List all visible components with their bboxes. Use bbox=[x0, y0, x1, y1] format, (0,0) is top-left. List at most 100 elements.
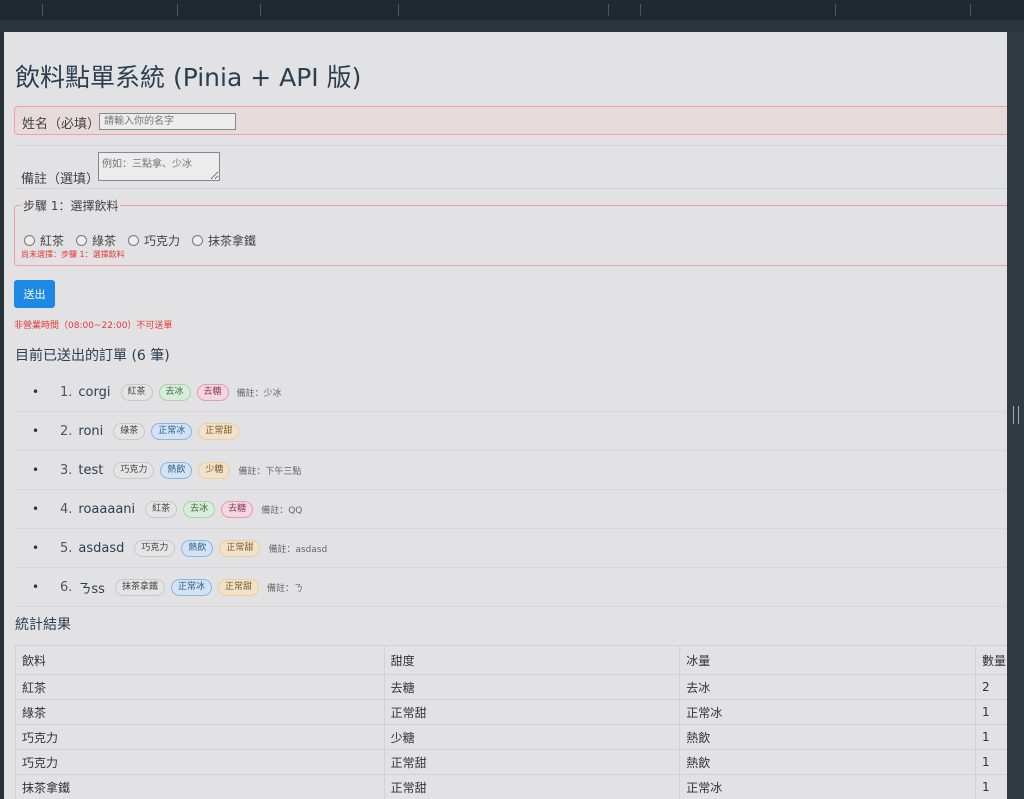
sugar-tag: 正常甜 bbox=[198, 422, 240, 440]
radio-icon[interactable] bbox=[128, 235, 140, 246]
note-field-group: 備註（選填） bbox=[14, 145, 1007, 189]
order-remark: 備註：ㄋ bbox=[267, 583, 304, 594]
drink-tag: 巧克力 bbox=[113, 461, 155, 479]
col-header-drink: 飲料 bbox=[15, 645, 385, 675]
order-item: • 6. ㄋss 抹茶拿鐵 正常冰 正常甜 備註：ㄋ bbox=[14, 568, 1007, 607]
order-name: test bbox=[78, 462, 104, 478]
sugar-tag: 去糖 bbox=[221, 500, 254, 518]
cell-sugar: 正常甜 bbox=[383, 749, 681, 775]
resize-grip-icon[interactable] bbox=[1013, 406, 1019, 424]
note-label: 備註（選填） bbox=[21, 172, 100, 187]
radio-icon[interactable] bbox=[192, 235, 204, 246]
list-bullet: • bbox=[32, 463, 40, 477]
order-index: 6. bbox=[60, 579, 73, 595]
drink-radio-group: 紅茶 綠茶 巧克力 抹茶拿鐵 bbox=[24, 232, 256, 249]
cell-ice: 去冰 bbox=[679, 674, 976, 700]
ice-tag: 熱飲 bbox=[160, 461, 193, 479]
radio-icon[interactable] bbox=[76, 235, 88, 246]
order-item: • 4. roaaaani 紅茶 去冰 去糖 備註：QQ bbox=[14, 490, 1007, 529]
drink-tag: 抹茶拿鐵 bbox=[114, 578, 165, 596]
drink-option-chocolate[interactable]: 巧克力 bbox=[128, 232, 180, 249]
cell-drink: 抹茶拿鐵 bbox=[15, 774, 385, 799]
tab-divider bbox=[260, 4, 261, 16]
order-name: roni bbox=[78, 423, 104, 439]
stats-title: 統計結果 bbox=[15, 617, 71, 633]
cell-drink: 紅茶 bbox=[15, 674, 385, 700]
list-bullet: • bbox=[32, 580, 40, 594]
cell-sugar: 去糖 bbox=[383, 674, 681, 700]
name-input[interactable] bbox=[99, 113, 236, 130]
sugar-tag: 去糖 bbox=[196, 383, 229, 401]
cell-count: 1 bbox=[974, 699, 1007, 725]
order-item: • 1. corgi 紅茶 去冰 去糖 備註：少冰 bbox=[14, 373, 1007, 412]
drink-option-label: 抹茶拿鐵 bbox=[208, 234, 257, 248]
ide-toolbar-strip bbox=[0, 20, 1024, 32]
stats-table: 飲料 甜度 冰量 數量 紅茶 去糖 去冰 2 綠茶 正常甜 正常冰 1 巧克力 … bbox=[15, 645, 1007, 799]
order-remark: 備註：asdasd bbox=[268, 544, 328, 555]
orders-list: • 1. corgi 紅茶 去冰 去糖 備註：少冰 • 2. roni 綠茶 正… bbox=[14, 373, 1007, 607]
cell-ice: 熱飲 bbox=[679, 724, 976, 750]
ice-tag: 去冰 bbox=[158, 383, 191, 401]
tab-divider bbox=[177, 4, 178, 16]
drink-option-label: 紅茶 bbox=[40, 234, 65, 248]
ide-top-bar bbox=[0, 0, 1024, 21]
cell-count: 1 bbox=[974, 724, 1007, 750]
order-remark: 備註：下午三點 bbox=[238, 466, 302, 477]
drink-option-matcha-latte[interactable]: 抹茶拿鐵 bbox=[192, 232, 256, 249]
order-index: 2. bbox=[60, 423, 73, 439]
cell-sugar: 少糖 bbox=[383, 724, 681, 750]
list-bullet: • bbox=[32, 385, 40, 399]
tab-divider bbox=[970, 4, 971, 16]
drink-tag: 巧克力 bbox=[134, 539, 176, 557]
table-row: 綠茶 正常甜 正常冰 1 bbox=[15, 699, 1007, 725]
order-index: 1. bbox=[60, 384, 73, 400]
cell-ice: 正常冰 bbox=[679, 774, 976, 799]
tab-divider bbox=[42, 4, 43, 16]
order-name: roaaaani bbox=[78, 501, 136, 517]
cell-count: 2 bbox=[974, 674, 1007, 700]
order-remark: 備註：少冰 bbox=[236, 388, 282, 399]
radio-icon[interactable] bbox=[24, 235, 35, 246]
ice-tag: 正常冰 bbox=[170, 578, 212, 596]
submit-button[interactable]: 送出 bbox=[14, 280, 55, 308]
orders-title: 目前已送出的訂單 (6 筆) bbox=[15, 348, 170, 364]
business-hours-warning: 非營業時間（08:00~22:00）不可送單 bbox=[14, 321, 173, 331]
drink-option-green-tea[interactable]: 綠茶 bbox=[76, 232, 116, 249]
sugar-tag: 正常甜 bbox=[217, 578, 259, 596]
cell-ice: 正常冰 bbox=[679, 699, 976, 725]
step1-fieldset: 步驟 1：選擇飲料 紅茶 綠茶 巧克力 抹茶拿鐵 尚未選擇：步驟 1：選擇飲料 bbox=[14, 197, 1007, 266]
tab-divider bbox=[608, 4, 609, 16]
drink-option-black-tea[interactable]: 紅茶 bbox=[24, 232, 64, 249]
list-bullet: • bbox=[32, 541, 40, 555]
name-field-group: 姓名（必填） bbox=[14, 106, 1007, 135]
tab-divider bbox=[398, 4, 399, 16]
order-name: corgi bbox=[78, 384, 111, 400]
drink-tag: 紅茶 bbox=[145, 500, 178, 518]
list-bullet: • bbox=[32, 502, 40, 516]
cell-sugar: 正常甜 bbox=[383, 774, 681, 799]
cell-drink: 巧克力 bbox=[15, 749, 385, 775]
col-header-ice: 冰量 bbox=[679, 645, 976, 675]
col-header-sugar: 甜度 bbox=[383, 645, 681, 675]
order-item: • 2. roni 綠茶 正常冰 正常甜 bbox=[14, 412, 1007, 451]
order-item: • 5. asdasd 巧克力 熱飲 正常甜 備註：asdasd bbox=[14, 529, 1007, 568]
col-header-count: 數量 bbox=[974, 645, 1007, 675]
step1-error-text: 尚未選擇：步驟 1：選擇飲料 bbox=[21, 250, 125, 259]
drink-option-label: 綠茶 bbox=[92, 234, 117, 248]
tab-divider bbox=[640, 4, 641, 16]
sugar-tag: 少糖 bbox=[198, 461, 231, 479]
sugar-tag: 正常甜 bbox=[219, 539, 261, 557]
order-remark: 備註：QQ bbox=[261, 505, 303, 516]
panel-resize-bar[interactable] bbox=[1007, 32, 1024, 799]
page-title: 飲料點單系統 (Pinia + API 版) bbox=[15, 63, 362, 92]
order-name: ㄋss bbox=[78, 581, 105, 597]
table-row: 抹茶拿鐵 正常甜 正常冰 1 bbox=[15, 774, 1007, 799]
table-row: 紅茶 去糖 去冰 2 bbox=[15, 674, 1007, 700]
cell-sugar: 正常甜 bbox=[383, 699, 681, 725]
note-textarea[interactable] bbox=[98, 152, 220, 181]
order-name: asdasd bbox=[78, 540, 125, 556]
step1-legend: 步驟 1：選擇飲料 bbox=[23, 199, 119, 213]
cell-drink: 巧克力 bbox=[15, 724, 385, 750]
cell-ice: 熱飲 bbox=[679, 749, 976, 775]
order-index: 4. bbox=[60, 501, 73, 517]
